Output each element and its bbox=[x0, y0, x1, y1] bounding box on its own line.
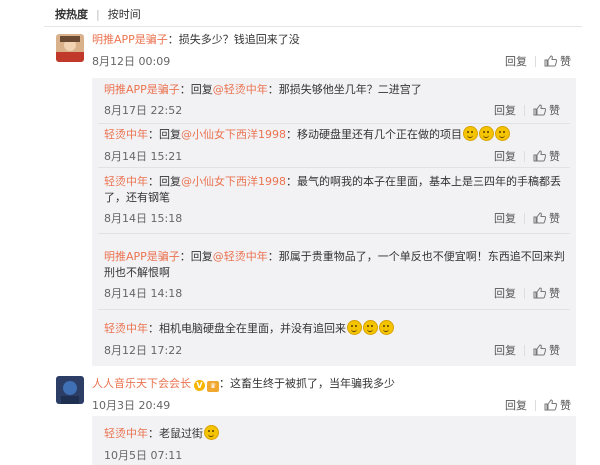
reply-username[interactable]: 明推APP是骗子 bbox=[104, 83, 180, 96]
reply-username[interactable]: 轻烫中年 bbox=[104, 322, 148, 335]
reply-mention[interactable]: @轻烫中年 bbox=[213, 250, 268, 263]
reply-prefix: ：回复 bbox=[179, 250, 213, 263]
thumbs-up-icon bbox=[533, 287, 546, 299]
thumbs-up-icon bbox=[544, 55, 557, 67]
comment-item: 人人音乐天下会会长 V ♛ ：这畜生终于被抓了，当年骗我多少 10月3日 20:49 … bbox=[0, 366, 600, 416]
reply-item: 轻烫中年：回复@小仙女下西洋1998：移动硬盘里还有几个正在做的项目 8月14日… bbox=[92, 124, 576, 168]
reply-item: 轻烫中年：相机电脑硬盘全在里面，并没有追回来 8月12日 17:22 回复 赞 bbox=[92, 310, 576, 358]
like-button[interactable]: 赞 bbox=[533, 148, 560, 164]
reply-time: 8月14日 15:21 bbox=[104, 150, 183, 163]
reply-item: 轻烫中年：老鼠过街 10月5日 07:11 bbox=[92, 416, 576, 465]
like-button[interactable]: 赞 bbox=[544, 53, 571, 69]
like-button[interactable]: 赞 bbox=[544, 397, 571, 413]
avatar[interactable] bbox=[56, 376, 84, 404]
reply-username[interactable]: 明推APP是骗子 bbox=[104, 250, 180, 263]
reply-time: 8月17日 22:52 bbox=[104, 104, 183, 117]
reply-button[interactable]: 回复 bbox=[494, 148, 516, 164]
laughing-tears-emoji-icon bbox=[363, 320, 378, 335]
laughing-tears-emoji-icon bbox=[347, 320, 362, 335]
laughing-tears-emoji-icon bbox=[463, 126, 478, 141]
laughing-tears-emoji-icon bbox=[479, 126, 494, 141]
sort-divider: | bbox=[96, 7, 100, 21]
like-label: 赞 bbox=[560, 399, 571, 412]
like-label: 赞 bbox=[549, 212, 560, 225]
reply-text: ：那属于贵重物品了，一个单反也不便宜啊！东西追不回来判 bbox=[267, 250, 565, 263]
reply-time: 8月14日 14:18 bbox=[104, 287, 183, 300]
separator: ： bbox=[167, 33, 179, 46]
reply-time: 10月5日 07:11 bbox=[104, 449, 183, 462]
avatar[interactable] bbox=[56, 34, 84, 62]
thumbs-up-icon bbox=[533, 104, 546, 116]
reply-mention[interactable]: @小仙女下西洋1998 bbox=[181, 175, 286, 188]
reply-button[interactable]: 回复 bbox=[494, 102, 516, 118]
reply-button[interactable]: 回复 bbox=[505, 397, 527, 413]
reply-mention[interactable]: @小仙女下西洋1998 bbox=[181, 128, 286, 141]
separator: ： bbox=[219, 377, 230, 390]
reply-username[interactable]: 轻烫中年 bbox=[104, 427, 148, 440]
action-divider bbox=[524, 212, 525, 224]
reply-time: 8月12日 17:22 bbox=[104, 344, 183, 357]
reply-prefix: ：回复 bbox=[148, 175, 181, 188]
top-divider bbox=[44, 26, 582, 27]
thumbs-up-icon bbox=[533, 344, 546, 356]
reply-text-continued: 刑也不解恨啊 bbox=[104, 266, 170, 279]
action-divider bbox=[535, 399, 536, 411]
like-button[interactable]: 赞 bbox=[533, 102, 560, 118]
action-divider bbox=[524, 104, 525, 116]
reply-text-continued: 了，还有钢笔 bbox=[104, 191, 170, 204]
comment-username[interactable]: 人人音乐天下会会长 bbox=[92, 377, 191, 390]
reply-button[interactable]: 回复 bbox=[494, 285, 516, 301]
like-label: 赞 bbox=[560, 55, 571, 68]
like-label: 赞 bbox=[549, 344, 560, 357]
sort-by-time[interactable]: 按时间 bbox=[108, 6, 141, 22]
sort-bar: 按热度 | 按时间 bbox=[55, 6, 141, 22]
action-divider bbox=[535, 55, 536, 67]
like-button[interactable]: 赞 bbox=[533, 210, 560, 226]
like-button[interactable]: 赞 bbox=[533, 342, 560, 358]
thumbs-up-icon bbox=[544, 399, 557, 411]
reply-text: ：移动硬盘里还有几个正在做的项目 bbox=[286, 128, 462, 141]
reply-username[interactable]: 轻烫中年 bbox=[104, 128, 148, 141]
reply-text: ：最气的啊我的本子在里面，基本上是三四年的手稿都丢 bbox=[286, 175, 561, 188]
like-button[interactable]: 赞 bbox=[533, 285, 560, 301]
reply-item: 轻烫中年：回复@小仙女下西洋1998：最气的啊我的本子在里面，基本上是三四年的手… bbox=[92, 168, 576, 234]
sort-by-hot[interactable]: 按热度 bbox=[55, 6, 88, 22]
verified-badge-icon: V bbox=[194, 380, 205, 391]
reply-time: 8月14日 15:18 bbox=[104, 212, 183, 225]
reply-panel: 轻烫中年：老鼠过街 10月5日 07:11 bbox=[92, 416, 576, 465]
action-divider bbox=[524, 150, 525, 162]
reply-item: 明推APP是骗子：回复@轻烫中年：那属于贵重物品了，一个单反也不便宜啊！东西追不… bbox=[92, 234, 576, 310]
comment-time: 10月3日 20:49 bbox=[92, 399, 171, 412]
comment-item: 明推APP是骗子：损失多少？钱追回来了没 8月12日 00:09 回复 赞 bbox=[0, 28, 600, 78]
reply-username[interactable]: 轻烫中年 bbox=[104, 175, 148, 188]
like-label: 赞 bbox=[549, 104, 560, 117]
thumbs-up-icon bbox=[533, 212, 546, 224]
thumbs-up-icon bbox=[533, 150, 546, 162]
reply-button[interactable]: 回复 bbox=[494, 210, 516, 226]
reply-text: ：老鼠过街 bbox=[148, 427, 203, 440]
reply-text: ：那损失够他坐几年？二进宫了 bbox=[267, 83, 422, 96]
laughing-tears-emoji-icon bbox=[495, 126, 510, 141]
like-label: 赞 bbox=[549, 287, 560, 300]
vip-badge-icon: ♛ bbox=[207, 381, 219, 392]
comment-text: 这畜生终于被抓了，当年骗我多少 bbox=[230, 377, 395, 390]
reply-mention[interactable]: @轻烫中年 bbox=[213, 83, 268, 96]
like-label: 赞 bbox=[549, 150, 560, 163]
action-divider bbox=[524, 287, 525, 299]
laughing-tears-emoji-icon bbox=[379, 320, 394, 335]
reply-text: ：相机电脑硬盘全在里面，并没有追回来 bbox=[148, 322, 346, 335]
comment-username[interactable]: 明推APP是骗子 bbox=[92, 33, 168, 46]
reply-prefix: ：回复 bbox=[148, 128, 181, 141]
reply-button[interactable]: 回复 bbox=[505, 53, 527, 69]
reply-button[interactable]: 回复 bbox=[494, 342, 516, 358]
reply-item: 明推APP是骗子：回复@轻烫中年：那损失够他坐几年？二进宫了 8月17日 22:… bbox=[92, 78, 576, 124]
action-divider bbox=[524, 344, 525, 356]
comment-time: 8月12日 00:09 bbox=[92, 55, 171, 68]
comment-text: 损失多少？钱追回来了没 bbox=[178, 33, 300, 46]
laughing-tears-emoji-icon bbox=[204, 425, 219, 440]
reply-prefix: ：回复 bbox=[179, 83, 213, 96]
